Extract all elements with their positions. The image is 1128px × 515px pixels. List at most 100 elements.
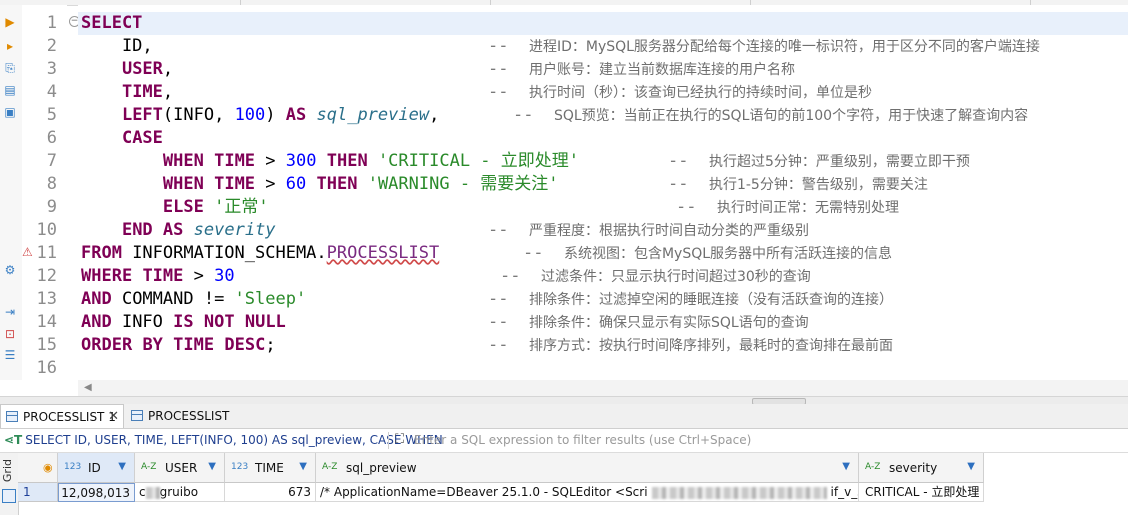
column-header-sql-preview[interactable]: A-Z sql_preview ▼ [316, 453, 859, 483]
type-icon: 123 [231, 462, 249, 472]
row-number[interactable]: 1 [18, 483, 58, 502]
sort-dropdown-icon[interactable]: ▼ [842, 461, 850, 472]
line-number: 8 [46, 174, 57, 194]
results-grid: ◉ 123 ID ▼ A-Z USER ▼ 123 TIME ▼ A-Z sql… [18, 453, 1128, 515]
code-line-3: USER, [121, 59, 174, 79]
comment-line-11: -- 系统视图：包含MySQL服务器中所有活跃连接的信息 [523, 243, 893, 263]
current-line-highlight [78, 12, 1128, 35]
run-statement-icon[interactable]: ▶ [3, 15, 17, 29]
grid-icon [2, 489, 16, 503]
sql-editor[interactable]: SELECT ID, -- 进程ID：MySQL服务器分配给每个连接的唯一标识符… [78, 5, 1128, 380]
line-number: 16 [36, 358, 57, 378]
code-line-5: LEFT(INFO, 100) AS sql_preview, [121, 105, 440, 125]
code-line-12: WHERE TIME > 30 [81, 266, 235, 286]
line-number: 13 [36, 289, 57, 309]
column-header-time[interactable]: 123 TIME ▼ [225, 453, 316, 483]
type-icon: A-Z [865, 462, 881, 472]
query-text[interactable]: ⋖T SELECT ID, USER, TIME, LEFT(INFO, 100)… [4, 429, 443, 452]
expand-icon[interactable]: ⛶ [395, 432, 404, 447]
comment-line-9: -- 执行时间正常：无需特别处理 [676, 197, 899, 217]
code-line-14: AND INFO IS NOT NULL [81, 312, 286, 332]
line-number-gutter: 1 2 3 4 5 6 7 8 9 10 11 12 13 14 15 16 ⚠ [22, 5, 67, 380]
line-number: 12 [36, 266, 57, 286]
line-number: 9 [46, 197, 57, 217]
redacted-text [651, 486, 827, 499]
line-number: 14 [36, 312, 57, 332]
results-tabs: PROCESSLIST 1 ✕ PROCESSLIST 0 [0, 404, 1128, 447]
type-icon: 123 [64, 462, 82, 472]
code-line-7: WHEN TIME > 300 THEN 'CRITICAL - 立即处理' [162, 151, 579, 171]
column-header-severity[interactable]: A-Z severity ▼ [859, 453, 984, 483]
export-icon[interactable]: ⇥ [3, 305, 17, 319]
type-icon: A-Z [322, 462, 338, 472]
line-number: 5 [46, 105, 57, 125]
comment-line-7: -- 执行超过5分钟：严重级别，需要立即干预 [668, 151, 970, 171]
comment-line-14: -- 排除条件：确保只显示有实际SQL语句的查询 [488, 312, 809, 332]
run-script-icon[interactable]: ▸ [3, 39, 17, 53]
comment-line-2: -- 进程ID：MySQL服务器分配给每个连接的唯一标识符，用于区分不同的客户端… [488, 36, 1040, 56]
filter-separator [388, 432, 389, 449]
row-header-corner[interactable]: ◉ [18, 453, 58, 483]
redacted-text [145, 486, 160, 499]
code-line-8: WHEN TIME > 60 THEN 'WARNING - 需要关注' [162, 174, 559, 194]
line-number: 15 [36, 335, 57, 355]
close-icon[interactable]: ✕ [108, 405, 119, 429]
cell-time[interactable]: 673 [225, 483, 316, 502]
comment-line-4: -- 执行时间（秒）：该查询已经执行的持续时间，单位是秒 [488, 82, 872, 102]
sort-dropdown-icon[interactable]: ▼ [967, 461, 975, 472]
code-line-6: CASE [121, 128, 163, 148]
code-line-10: END AS severity [121, 220, 276, 240]
comment-line-8: -- 执行1-5分钟：警告级别，需要关注 [668, 174, 928, 194]
comment-line-10: -- 严重程度：根据执行时间自动分类的严重级别 [488, 220, 809, 240]
comment-line-13: -- 排除条件：过滤掉空闲的睡眠连接（没有活跃查询的连接） [488, 289, 893, 309]
column-header-user[interactable]: A-Z USER ▼ [135, 453, 225, 483]
comment-line-15: -- 排序方式：按执行时间降序排列，最耗时的查询排在最前面 [488, 335, 893, 355]
cell-severity[interactable]: CRITICAL - 立即处理 [859, 483, 984, 502]
code-line-11: FROM INFORMATION_SCHEMA.PROCESSLIST [81, 243, 440, 263]
type-icon: A-Z [141, 462, 157, 472]
filter-query-icon: ⋖T [4, 433, 23, 447]
filter-input[interactable]: Enter a SQL expression to filter results… [414, 429, 751, 452]
column-header-id[interactable]: 123 ID ▼ [58, 453, 135, 483]
console-icon[interactable]: ▣ [3, 105, 17, 119]
line-number: 10 [36, 220, 57, 240]
grid-view-tab[interactable]: Grid [0, 453, 19, 515]
sort-dropdown-icon[interactable]: ▼ [208, 461, 216, 472]
filter-bar: ⋖T SELECT ID, USER, TIME, LEFT(INFO, 100)… [0, 429, 1128, 453]
comment-line-5: -- SQL预览：当前正在执行的SQL语句的前100个字符，用于快速了解查询内容 [513, 105, 1029, 125]
comment-line-12: -- 过滤条件：只显示执行时间超过30秒的查询 [500, 266, 811, 286]
sort-dropdown-icon[interactable]: ▼ [299, 461, 307, 472]
code-line-4: TIME, [121, 82, 174, 102]
tab-processlist-0[interactable]: PROCESSLIST 0 [126, 404, 236, 447]
code-line-1: SELECT [81, 13, 143, 33]
line-number: 4 [46, 82, 57, 102]
cell-sql-preview[interactable]: /* ApplicationName=DBeaver 25.1.0 - SQLE… [316, 483, 859, 502]
settings-icon[interactable]: ⚙ [3, 263, 17, 277]
grid-tab-label: Grid [1, 459, 14, 483]
line-number: 3 [46, 59, 57, 79]
code-line-13: AND COMMAND != 'Sleep' [81, 289, 307, 309]
line-number: 1 [46, 13, 57, 33]
explain-plan-icon[interactable]: ⎘ [3, 61, 17, 75]
record-icon: ◉ [43, 461, 53, 474]
line-number: 7 [46, 151, 57, 171]
cell-id[interactable]: 12,098,013 [58, 483, 135, 502]
outline-icon[interactable]: ☰ [3, 348, 17, 362]
code-line-15: ORDER BY TIME DESC; [81, 335, 276, 355]
comment-line-3: -- 用户账号：建立当前数据库连接的用户名称 [488, 59, 795, 79]
load-script-icon[interactable]: ▤ [3, 83, 17, 97]
code-line-9: ELSE '正常' [162, 197, 269, 217]
code-line-2: ID, [81, 36, 153, 56]
horizontal-scrollbar[interactable]: ◀ [78, 380, 1128, 396]
sort-dropdown-icon[interactable]: ▼ [118, 461, 126, 472]
line-number: 2 [46, 36, 57, 56]
tab-processlist-1[interactable]: PROCESSLIST 1 ✕ [0, 404, 124, 428]
scroll-left-icon[interactable]: ◀ [84, 382, 92, 393]
line-number: 6 [46, 128, 57, 148]
warning-icon[interactable]: ⚠ [22, 245, 33, 259]
tab-label: PROCESSLIST 1 [23, 410, 116, 424]
cell-user[interactable]: c gruibo [135, 483, 225, 502]
problems-icon[interactable]: ⊡ [3, 327, 17, 341]
table-icon [131, 410, 143, 421]
table-icon [6, 411, 18, 422]
